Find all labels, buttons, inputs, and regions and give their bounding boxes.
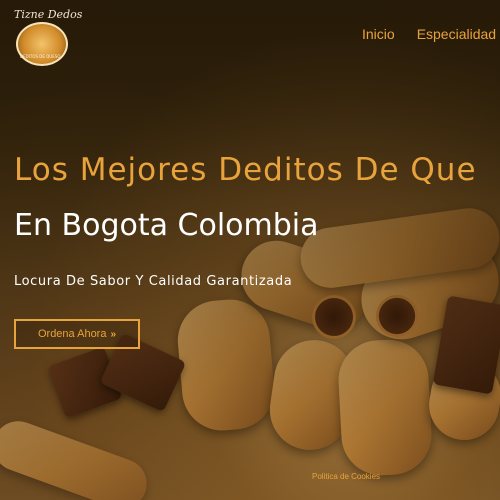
logo-badge-icon (16, 22, 68, 66)
double-chevron-right-icon: » (110, 328, 117, 340)
logo-name: Tizne Dedos (14, 8, 83, 21)
site-logo[interactable]: Tizne Dedos DEDITOS DE QUESO (6, 4, 82, 66)
logo-subtitle: DEDITOS DE QUESO (20, 54, 61, 59)
hero-overlay (0, 0, 500, 500)
cookie-policy-link[interactable]: Politica de Cookies (312, 472, 380, 481)
nav-link-inicio[interactable]: Inicio (362, 26, 395, 42)
order-now-label: Ordena Ahora (37, 328, 107, 340)
hero-subtitle: En Bogota Colombia (14, 208, 319, 243)
order-now-button[interactable]: Ordena Ahora » (14, 319, 140, 349)
main-nav: Inicio Especialidad (362, 26, 496, 42)
hero-title: Los Mejores Deditos De Que (14, 152, 477, 188)
nav-link-especialidad[interactable]: Especialidad (417, 26, 496, 42)
hero-tagline: Locura De Sabor Y Calidad Garantizada (14, 274, 293, 289)
